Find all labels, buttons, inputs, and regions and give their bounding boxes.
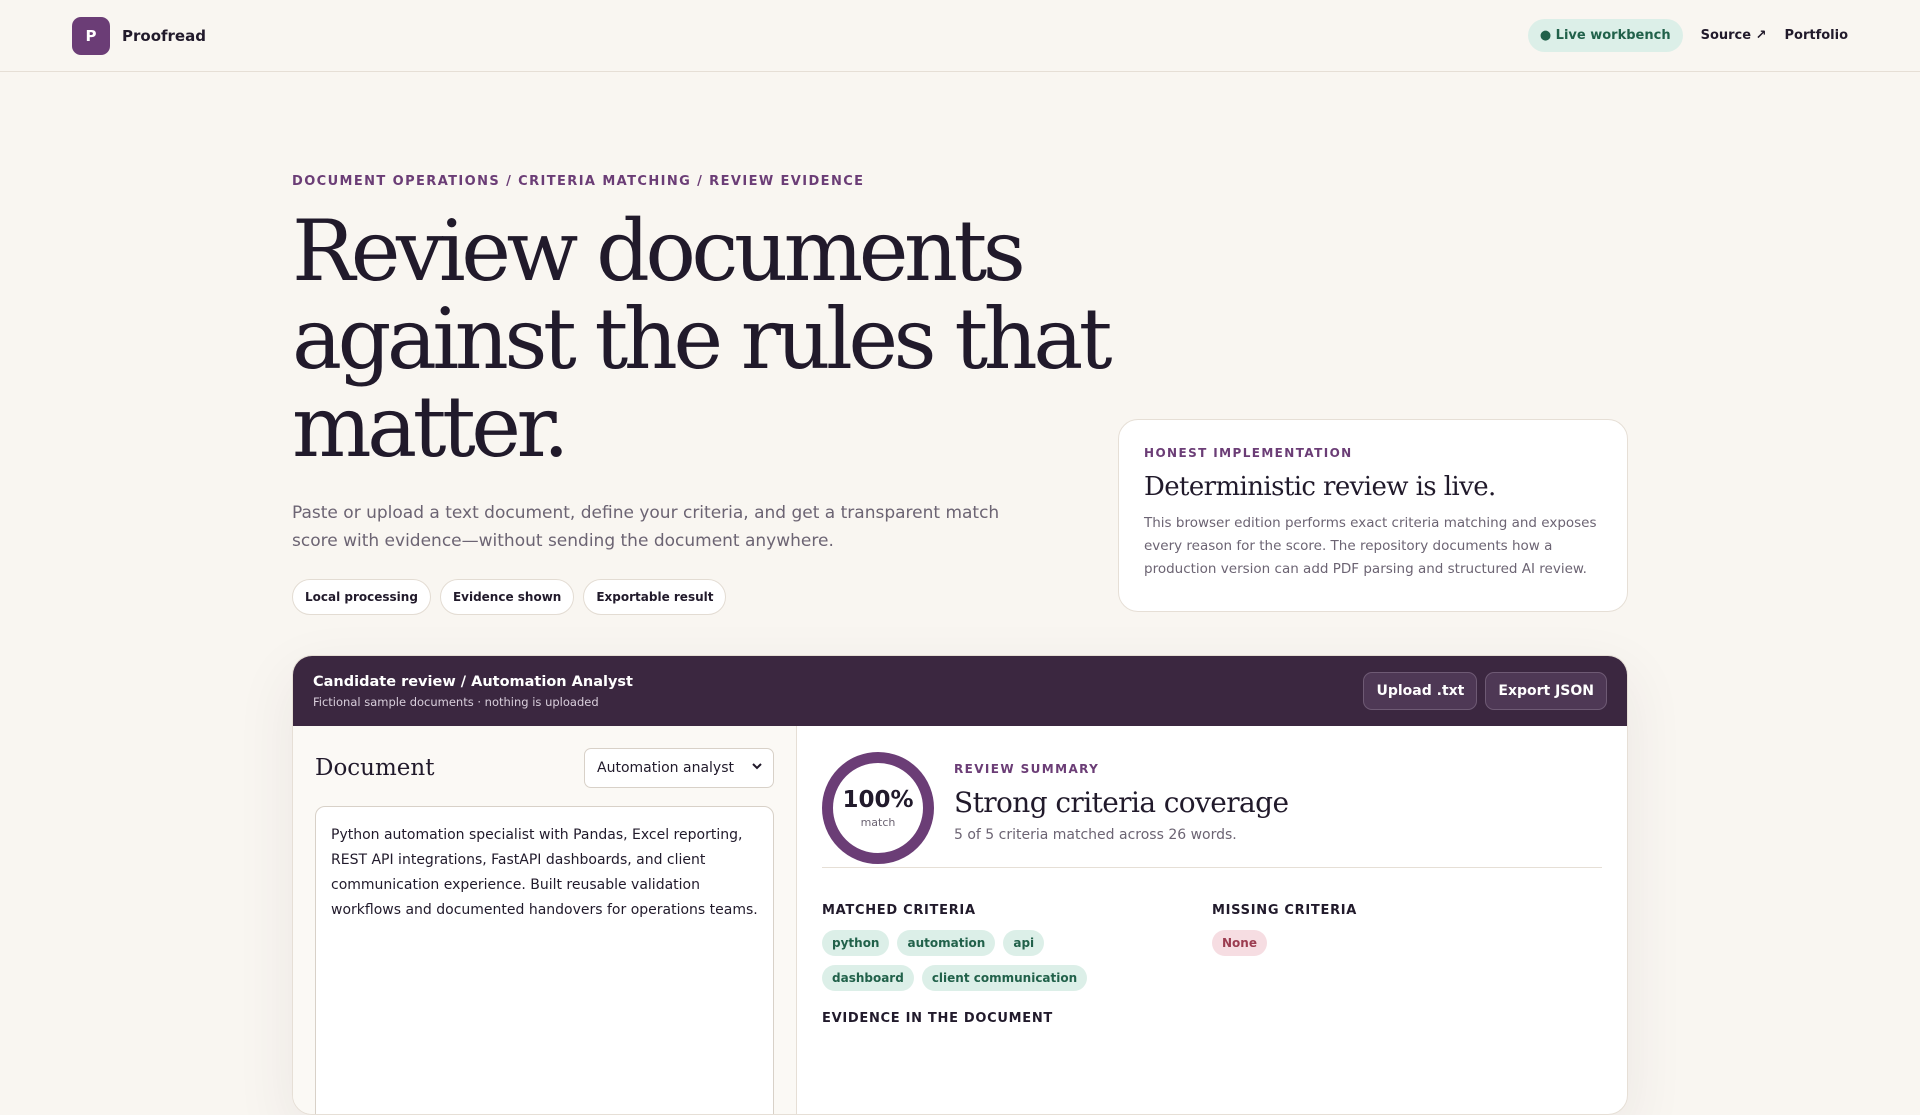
review-workbench: Candidate review / Automation Analyst Fi… xyxy=(292,655,1628,1115)
summary-title: Strong criteria coverage xyxy=(954,786,1289,819)
source-link[interactable]: Source ↗ xyxy=(1701,28,1767,43)
chip-exportable-result: Exportable result xyxy=(583,579,727,615)
matched-tag: client communication xyxy=(921,965,1088,991)
hero-eyebrow: DOCUMENT OPERATIONS / CRITERIA MATCHING … xyxy=(292,174,865,189)
matched-tag: dashboard xyxy=(822,965,914,991)
workbench-header: Candidate review / Automation Analyst Fi… xyxy=(293,656,1627,726)
criteria-section: MATCHED CRITERIA python automation api d… xyxy=(822,903,1602,991)
hero: DOCUMENT OPERATIONS / CRITERIA MATCHING … xyxy=(292,174,1113,615)
honest-implementation-card: HONEST IMPLEMENTATION Deterministic revi… xyxy=(1118,419,1628,612)
review-pane: 100% match REVIEW SUMMARY Strong criteri… xyxy=(797,726,1627,1114)
matched-criteria-heading: MATCHED CRITERIA xyxy=(822,903,976,918)
missing-criteria: MISSING CRITERIA None xyxy=(1212,903,1602,991)
hero-title-line: Review documents xyxy=(292,202,1026,300)
honest-title: Deterministic review is live. xyxy=(1144,472,1496,502)
document-textarea[interactable]: Python automation specialist with Pandas… xyxy=(315,806,774,1114)
brand-name: Proofread xyxy=(122,26,206,45)
matched-tag: automation xyxy=(897,930,996,956)
summary-detail: 5 of 5 criteria matched across 26 words. xyxy=(954,827,1237,843)
matched-tags: python automation api dashboard client c… xyxy=(822,930,1122,991)
portfolio-link[interactable]: Portfolio xyxy=(1784,28,1848,43)
review-summary: 100% match REVIEW SUMMARY Strong criteri… xyxy=(822,752,1602,868)
missing-tag: None xyxy=(1212,930,1267,956)
live-workbench-badge[interactable]: ● Live workbench xyxy=(1527,19,1683,52)
export-json-button[interactable]: Export JSON xyxy=(1485,672,1607,710)
document-header: Document Automation analyst xyxy=(315,748,774,788)
hero-title-line: against the rules that xyxy=(292,290,1113,388)
matched-tag: python xyxy=(822,930,890,956)
profile-select[interactable]: Automation analyst xyxy=(584,748,774,788)
score-ring: 100% match xyxy=(822,752,934,864)
workbench-body: Document Automation analyst Python autom… xyxy=(293,726,1627,1114)
chip-evidence-shown: Evidence shown xyxy=(439,579,575,615)
workbench-subtitle: Fictional sample documents · nothing is … xyxy=(313,694,599,709)
brand-logo: P xyxy=(72,16,110,55)
hero-title-line: matter. xyxy=(292,378,570,476)
missing-criteria-heading: MISSING CRITERIA xyxy=(1212,903,1358,918)
summary-text: REVIEW SUMMARY Strong criteria coverage … xyxy=(954,752,1289,867)
workbench-actions: Upload .txt Export JSON xyxy=(1363,672,1607,710)
matched-criteria: MATCHED CRITERIA python automation api d… xyxy=(822,903,1212,991)
missing-tags: None xyxy=(1212,930,1512,956)
matched-tag: api xyxy=(1003,930,1045,956)
evidence-heading: EVIDENCE IN THE DOCUMENT xyxy=(822,1011,1053,1026)
score-label: match xyxy=(860,816,896,829)
brand[interactable]: P Proofread xyxy=(72,16,206,55)
profile-select-value: Automation analyst xyxy=(597,760,734,776)
top-nav: P Proofread ● Live workbench Source ↗ Po… xyxy=(0,0,1920,72)
workbench-title: Candidate review / Automation Analyst xyxy=(313,673,633,690)
summary-eyebrow: REVIEW SUMMARY xyxy=(954,762,1100,776)
nav-links: ● Live workbench Source ↗ Portfolio xyxy=(1527,19,1848,52)
feature-chips: Local processing Evidence shown Exportab… xyxy=(292,579,1112,615)
upload-txt-button[interactable]: Upload .txt xyxy=(1363,672,1478,710)
chevron-down-icon xyxy=(751,760,763,775)
hero-title: Review documents against the rules that … xyxy=(292,202,1113,476)
score-value: 100% xyxy=(842,787,914,813)
document-pane: Document Automation analyst Python autom… xyxy=(293,726,797,1114)
honest-eyebrow: HONEST IMPLEMENTATION xyxy=(1144,446,1353,460)
honest-body: This browser edition performs exact crit… xyxy=(1144,515,1597,577)
chip-local-processing: Local processing xyxy=(292,579,431,615)
document-heading: Document xyxy=(315,755,435,781)
hero-subtitle: Paste or upload a text document, define … xyxy=(292,503,1000,551)
